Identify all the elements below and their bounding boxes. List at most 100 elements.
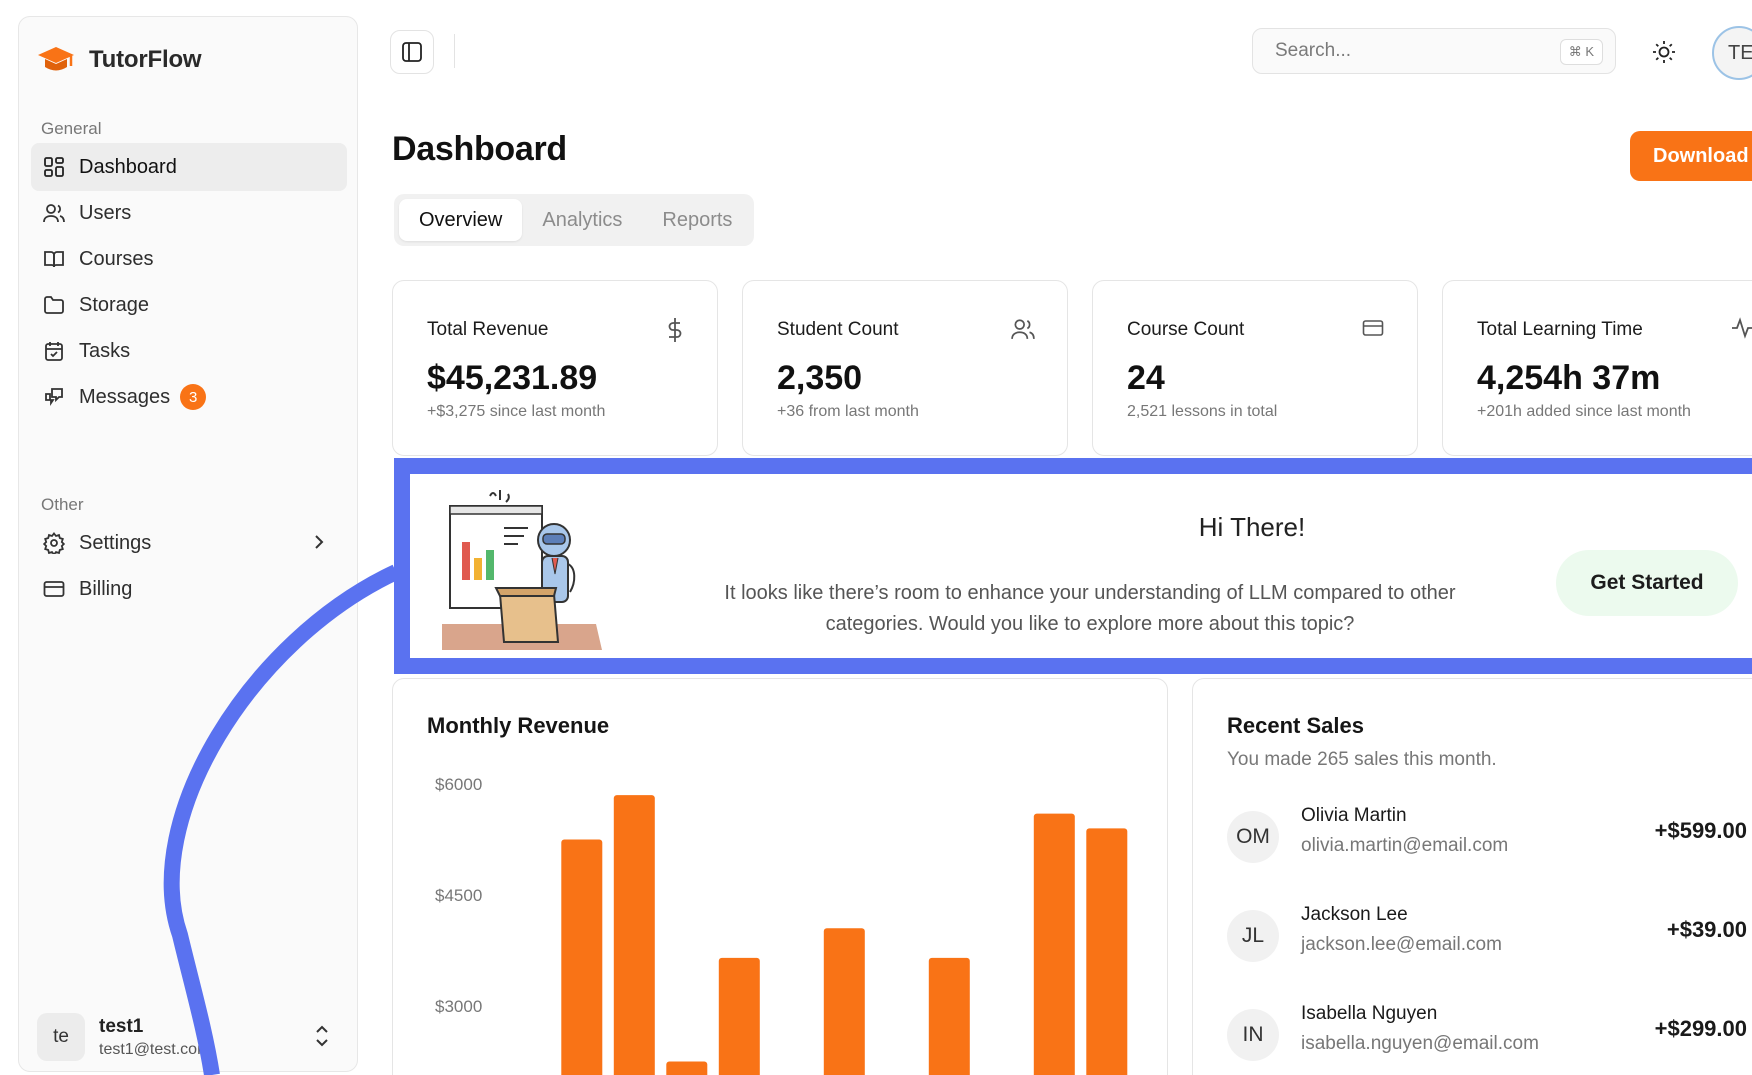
stat-label: Total Revenue bbox=[427, 319, 549, 340]
sidebar-item-courses[interactable]: Courses bbox=[31, 235, 347, 283]
revenue-bar[interactable] bbox=[561, 839, 603, 1075]
revenue-bar[interactable] bbox=[1033, 813, 1075, 1075]
stat-value: 4,254h 37m bbox=[1477, 359, 1661, 397]
tab-analytics[interactable]: Analytics bbox=[522, 199, 642, 241]
sidebar-panel-icon bbox=[402, 42, 422, 62]
user-email: test1@test.com bbox=[99, 1040, 211, 1058]
revenue-bar[interactable] bbox=[666, 1061, 708, 1075]
y-tick-label: $3000 bbox=[435, 997, 482, 1016]
stat-sub: 2,521 lessons in total bbox=[1127, 403, 1278, 420]
sidebar-item-label: Billing bbox=[79, 577, 133, 600]
graduation-cap-icon bbox=[38, 47, 74, 71]
sale-row[interactable]: IN Isabella Nguyen isabella.nguyen@email… bbox=[1227, 1003, 1747, 1073]
sidebar-item-tasks[interactable]: Tasks bbox=[31, 327, 347, 375]
user-name: test1 bbox=[99, 1015, 144, 1037]
revenue-bar[interactable] bbox=[823, 928, 865, 1075]
user-menu[interactable]: te test1 test1@test.com bbox=[37, 1005, 341, 1069]
banner-title: Hi There! bbox=[1198, 512, 1306, 542]
stat-value: 24 bbox=[1127, 359, 1165, 397]
sale-avatar: IN bbox=[1227, 1009, 1279, 1061]
card-icon bbox=[1362, 320, 1384, 336]
recommendation-banner: Hi There! It looks like there’s room to … bbox=[394, 458, 1752, 674]
get-started-button[interactable]: Get Started bbox=[1556, 550, 1738, 616]
y-tick-label: $4500 bbox=[435, 886, 482, 905]
topbar-divider bbox=[454, 34, 455, 68]
stat-label: Course Count bbox=[1127, 319, 1245, 340]
revenue-bar[interactable] bbox=[613, 795, 655, 1075]
sale-row[interactable]: OM Olivia Martin olivia.martin@email.com… bbox=[1227, 805, 1747, 875]
revenue-bar[interactable] bbox=[1086, 828, 1128, 1075]
tab-overview[interactable]: Overview bbox=[399, 199, 523, 241]
search-box[interactable]: ⌘ K bbox=[1252, 28, 1616, 74]
sidebar-item-storage[interactable]: Storage bbox=[31, 281, 347, 329]
sale-amount: +$599.00 bbox=[1654, 818, 1747, 843]
tabs: Overview Analytics Reports bbox=[394, 194, 754, 246]
robot-presenter-illustration bbox=[442, 490, 602, 650]
revenue-bar[interactable] bbox=[718, 957, 760, 1075]
sidebar-item-label: Tasks bbox=[79, 339, 131, 362]
book-icon bbox=[44, 251, 64, 268]
user-avatar: te bbox=[37, 1013, 85, 1061]
sidebar-item-messages[interactable]: Messages 3 bbox=[31, 373, 347, 421]
sale-avatar: JL bbox=[1227, 910, 1279, 962]
sale-name: Olivia Martin bbox=[1301, 805, 1407, 826]
sun-icon bbox=[1653, 41, 1675, 63]
recent-sales-subtitle: You made 265 sales this month. bbox=[1227, 749, 1497, 770]
sidebar-item-label: Messages bbox=[79, 385, 171, 408]
page-title: Dashboard bbox=[392, 130, 567, 168]
brand-name: TutorFlow bbox=[89, 46, 202, 73]
sale-name: Isabella Nguyen bbox=[1301, 1003, 1438, 1024]
stat-sub: +$3,275 since last month bbox=[427, 403, 606, 420]
users-icon bbox=[43, 204, 65, 223]
sale-amount: +$39.00 bbox=[1666, 917, 1747, 942]
sidebar-item-dashboard[interactable]: Dashboard bbox=[31, 143, 347, 191]
nav-section-general: General bbox=[41, 119, 102, 138]
y-tick-label: $6000 bbox=[435, 775, 482, 794]
dashboard-icon bbox=[44, 157, 64, 177]
sidebar-item-label: Storage bbox=[79, 293, 150, 316]
sidebar-item-label: Users bbox=[79, 201, 132, 224]
sidebar-item-label: Dashboard bbox=[79, 155, 177, 178]
gear-icon bbox=[43, 532, 65, 554]
chevrons-up-down-icon bbox=[316, 1025, 328, 1047]
sidebar-toggle-button[interactable] bbox=[390, 30, 434, 74]
sale-name: Jackson Lee bbox=[1301, 904, 1408, 925]
sale-email: jackson.lee@email.com bbox=[1301, 934, 1502, 955]
nav-section-other: Other bbox=[41, 495, 84, 514]
stat-value: $45,231.89 bbox=[427, 359, 598, 397]
sidebar-item-settings[interactable]: Settings bbox=[31, 519, 347, 567]
stat-card-student-count: Student Count 2,350 +36 from last month bbox=[742, 280, 1068, 456]
tasks-icon bbox=[45, 342, 63, 361]
stat-label: Total Learning Time bbox=[1477, 319, 1643, 340]
stat-sub: +201h added since last month bbox=[1477, 403, 1691, 420]
recent-sales-title: Recent Sales bbox=[1227, 713, 1364, 738]
banner-text: It looks like there’s room to enhance yo… bbox=[724, 582, 1456, 635]
sale-row[interactable]: JL Jackson Lee jackson.lee@email.com +$3… bbox=[1227, 904, 1747, 974]
search-input[interactable] bbox=[1275, 40, 1535, 62]
sidebar-item-billing[interactable]: Billing bbox=[31, 565, 347, 613]
revenue-bar[interactable] bbox=[928, 957, 970, 1075]
stat-value: 2,350 bbox=[777, 359, 863, 397]
sale-amount: +$299.00 bbox=[1654, 1016, 1747, 1041]
top-avatar[interactable]: TE bbox=[1712, 26, 1752, 80]
sidebar-item-users[interactable]: Users bbox=[31, 189, 347, 237]
search-shortcut: ⌘ K bbox=[1559, 39, 1603, 65]
users-icon bbox=[1011, 319, 1035, 339]
sidebar: TutorFlow General Dashboard Users Course… bbox=[18, 16, 358, 1072]
tab-reports[interactable]: Reports bbox=[642, 199, 752, 241]
download-button[interactable]: Download bbox=[1630, 131, 1752, 181]
messages-badge: 3 bbox=[180, 384, 207, 410]
recent-sales-panel: Recent Sales You made 265 sales this mon… bbox=[1192, 678, 1752, 1075]
folder-icon bbox=[44, 296, 64, 314]
messages-icon bbox=[45, 388, 63, 406]
credit-card-icon bbox=[43, 581, 65, 597]
dollar-icon bbox=[668, 318, 682, 342]
theme-toggle-button[interactable] bbox=[1642, 30, 1686, 74]
stat-sub: +36 from last month bbox=[777, 403, 919, 420]
brand[interactable]: TutorFlow bbox=[37, 37, 202, 83]
monthly-revenue-panel: Monthly Revenue $6000 $4500 $3000 bbox=[392, 678, 1168, 1075]
stat-card-course-count: Course Count 24 2,521 lessons in total bbox=[1092, 280, 1418, 456]
stat-card-total-revenue: Total Revenue $45,231.89 +$3,275 since l… bbox=[392, 280, 718, 456]
chevron-right-icon bbox=[315, 535, 324, 549]
sidebar-item-label: Settings bbox=[79, 531, 152, 554]
